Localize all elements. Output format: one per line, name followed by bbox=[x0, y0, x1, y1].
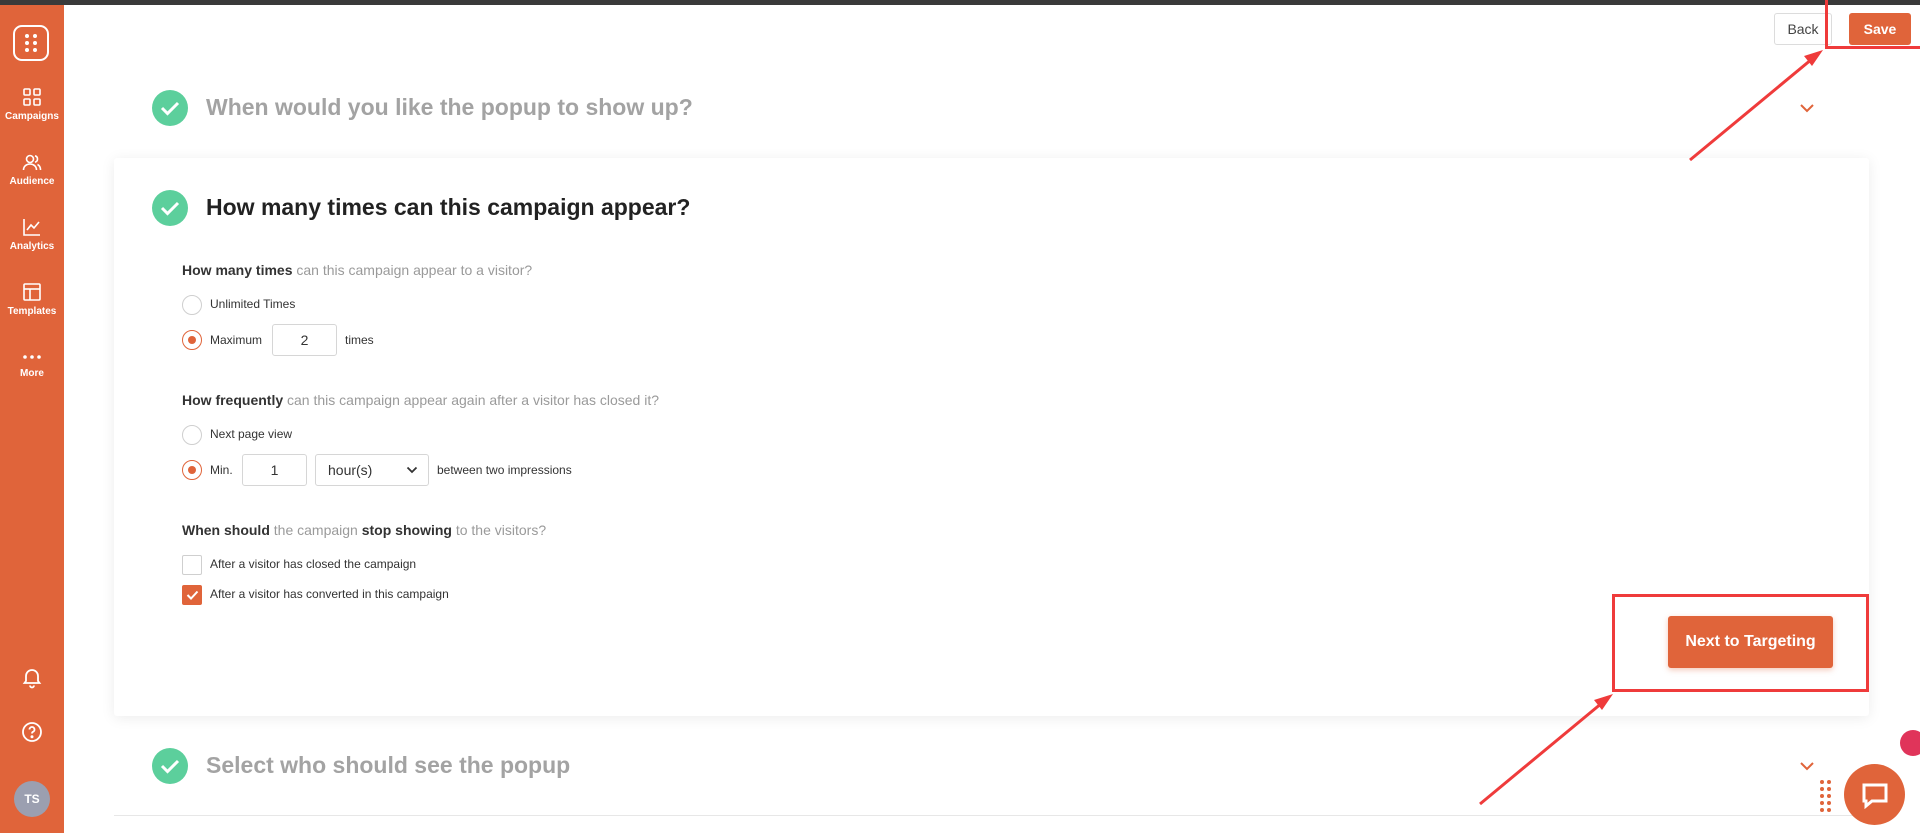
chat-bubble-icon[interactable] bbox=[1844, 764, 1905, 825]
notification-dot bbox=[1900, 730, 1920, 756]
drag-handle-icon[interactable] bbox=[1820, 780, 1831, 812]
annotation-arrows bbox=[1479, 50, 1823, 806]
